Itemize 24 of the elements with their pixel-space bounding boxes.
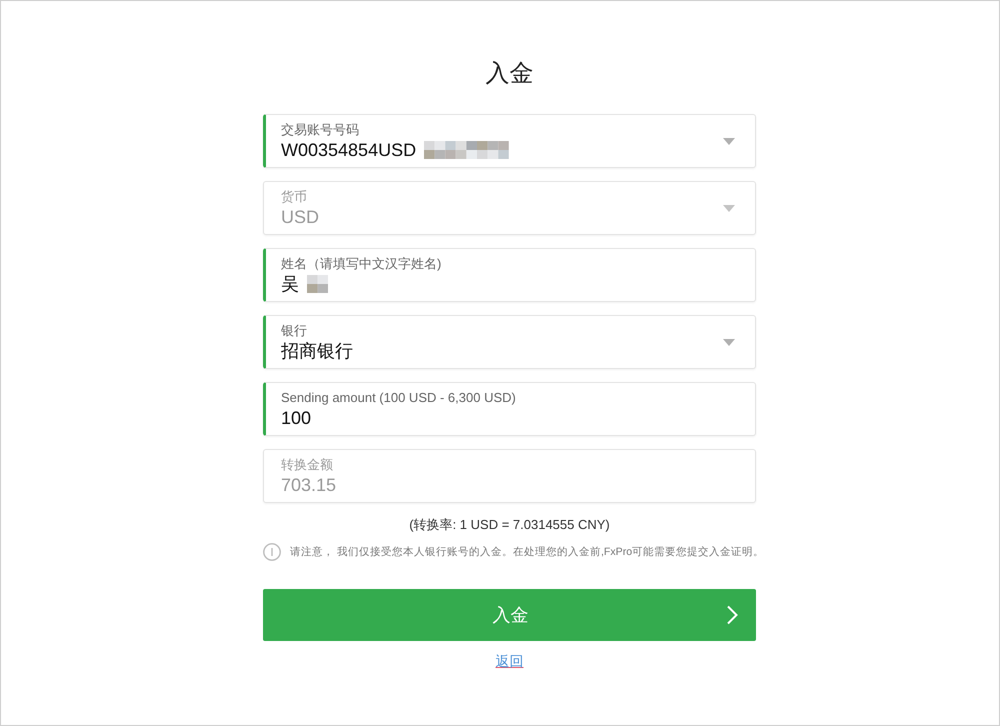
input-field[interactable]: Sending amount (100 USD - 6,300 USD) 100 [263, 382, 756, 436]
page-title: 入金 [484, 59, 534, 89]
field-value: 100 [281, 407, 312, 430]
caret-icon [723, 138, 735, 145]
field-value: 招商银行 [281, 340, 353, 363]
input-field[interactable]: 姓名（请填写中文汉字姓名) 吴 [263, 248, 756, 302]
field-label: 转换金额 [281, 456, 333, 473]
select-field[interactable]: 银行 招商银行 [263, 315, 756, 369]
notice-text: 请注意， 我们仅接受您本人银行账号的入金。在处理您的入金前,FxPro可能需要您提交入金证明。 [290, 545, 764, 560]
field-label: Sending amount (100 USD - 6,300 USD) [281, 389, 516, 406]
caret-icon [723, 339, 735, 346]
field-value: USD [281, 206, 320, 229]
select-field[interactable]: 交易账号号码 W00354854USD [263, 114, 756, 168]
field-label: 姓名（请填写中文汉字姓名) [281, 255, 442, 272]
chevron-right-icon [726, 605, 738, 625]
info-icon [263, 543, 281, 561]
field-label: 交易账号号码 [281, 121, 359, 138]
caret-icon [723, 205, 735, 212]
field-value: W00354854USD [281, 139, 416, 162]
field-label: 银行 [281, 322, 307, 339]
field-label: 货币 [281, 188, 307, 205]
exchange-rate-text: (转换率: 1 USD = 7.0314555 CNY) [408, 516, 611, 534]
field-value: 703.15 [281, 474, 336, 497]
field-value: 吴 [281, 273, 299, 296]
